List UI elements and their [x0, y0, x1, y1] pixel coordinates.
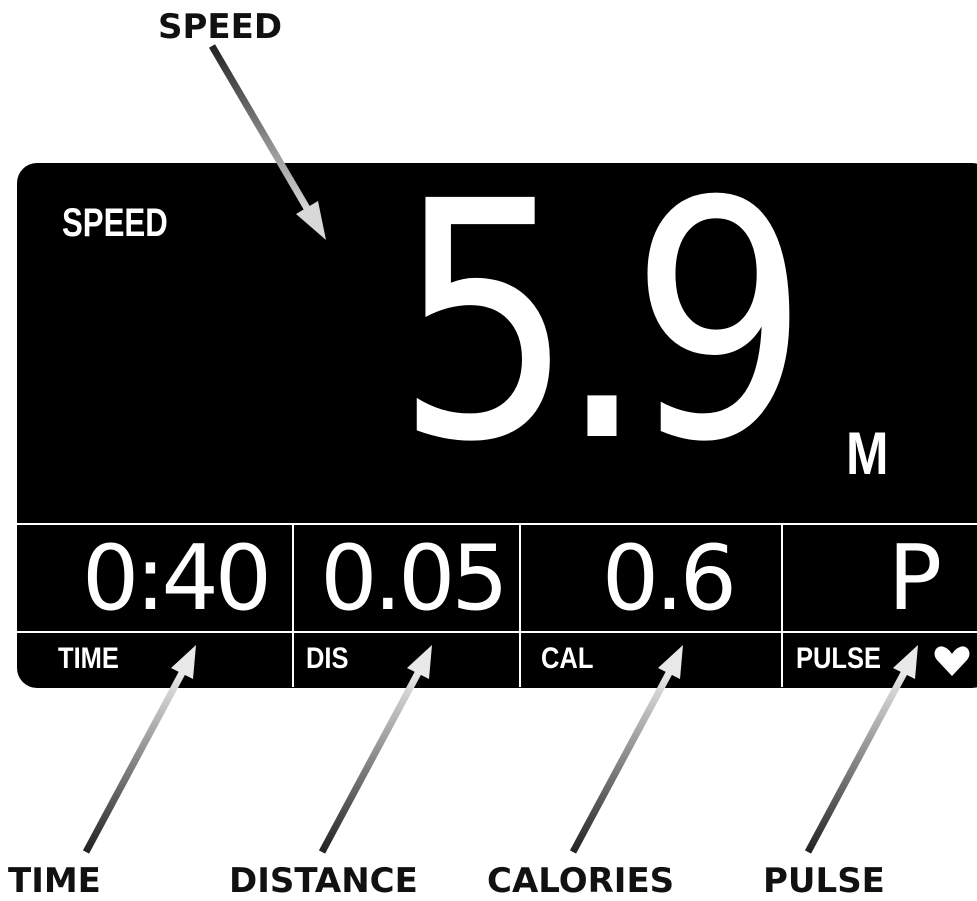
arrow-distance: [318, 645, 432, 854]
arrows-layer: [82, 44, 918, 854]
arrow-calories: [569, 645, 683, 854]
arrow-speed: [208, 44, 326, 240]
arrow-pulse: [804, 645, 918, 854]
arrow-time: [82, 645, 196, 854]
